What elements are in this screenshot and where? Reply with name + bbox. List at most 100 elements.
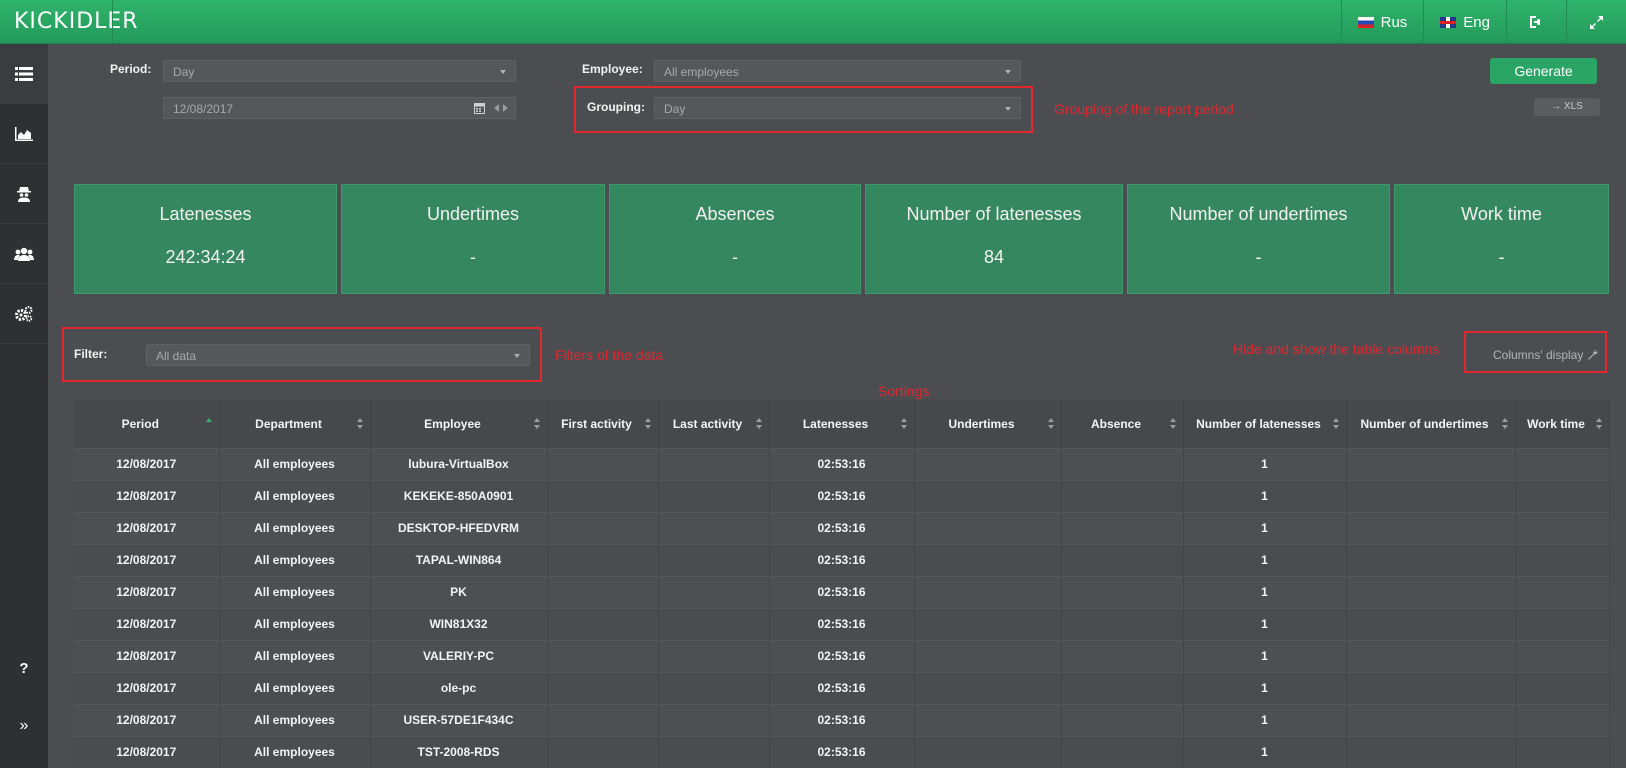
prev-date-icon[interactable]: [494, 104, 499, 112]
expand-sidebar-button[interactable]: »: [0, 696, 48, 756]
lang-eng-button[interactable]: Eng: [1423, 0, 1506, 44]
wrench-icon: [1587, 350, 1598, 360]
table-cell: [914, 511, 1062, 544]
column-header-number-of-undertimes[interactable]: Number of undertimes: [1346, 400, 1516, 448]
column-header-department[interactable]: Department: [219, 400, 371, 448]
column-header-undertimes[interactable]: Undertimes: [914, 400, 1062, 448]
date-field[interactable]: 12/08/2017: [163, 97, 516, 119]
table-cell: [914, 703, 1062, 736]
next-date-icon[interactable]: [503, 104, 508, 112]
employee-select[interactable]: All employees: [654, 60, 1021, 82]
sort-icon[interactable]: [900, 418, 908, 430]
table-cell: [658, 575, 770, 608]
column-header-work-time[interactable]: Work time: [1515, 400, 1610, 448]
column-header-employee[interactable]: Employee: [370, 400, 548, 448]
generate-button[interactable]: Generate: [1490, 58, 1597, 84]
table-cell: [1515, 639, 1610, 672]
column-header-first-activity[interactable]: First activity: [547, 400, 659, 448]
sidebar-item-charts[interactable]: [0, 104, 48, 164]
column-label: Work time: [1527, 416, 1585, 431]
table-cell: [1346, 575, 1516, 608]
column-header-latenesses[interactable]: Latenesses: [769, 400, 915, 448]
card-absences: Absences -: [609, 184, 861, 294]
table-cell: [658, 479, 770, 512]
sort-icon[interactable]: [755, 418, 763, 430]
sortings-annotation: Sortings: [878, 383, 930, 399]
fullscreen-button[interactable]: [1566, 0, 1626, 44]
help-button[interactable]: ?: [0, 638, 48, 698]
table-cell: [1061, 671, 1184, 704]
table-cell: 12/08/2017: [74, 447, 220, 480]
table-cell: [547, 703, 659, 736]
report-table: Period Department Employee First activit…: [74, 400, 1610, 768]
table-cell: [1515, 511, 1610, 544]
sidebar-item-spy[interactable]: [0, 164, 48, 224]
table-cell: 02:53:16: [769, 703, 915, 736]
export-xls-button[interactable]: → XLS: [1534, 98, 1600, 116]
column-label: Absence: [1090, 416, 1142, 431]
sort-icon[interactable]: [1047, 418, 1055, 430]
columns-display-button[interactable]: Columns' display: [1493, 348, 1598, 362]
card-value: -: [1255, 247, 1262, 267]
logout-button[interactable]: [1506, 0, 1566, 44]
table-row[interactable]: 12/08/2017 All employees KEKEKE-850A0901 02…: [74, 479, 1610, 512]
table-cell: USER-57DE1F434C: [370, 703, 548, 736]
column-header-number-of-latenesses[interactable]: Number of latenesses: [1183, 400, 1347, 448]
card-latenesses: Latenesses 242:34:24: [74, 184, 337, 294]
table-row[interactable]: 12/08/2017 All employees TAPAL-WIN864 02:53…: [74, 543, 1610, 576]
table-cell: [914, 671, 1062, 704]
table-row[interactable]: 12/08/2017 All employees USER-57DE1F434C 02…: [74, 703, 1610, 736]
column-label: Employee: [424, 416, 481, 431]
sort-asc-icon[interactable]: [205, 418, 213, 430]
card-title: Work time: [1461, 204, 1542, 224]
table-row[interactable]: 12/08/2017 All employees DESKTOP-HFEDVRM 02…: [74, 511, 1610, 544]
table-row[interactable]: 12/08/2017 All employees lubura-VirtualBox…: [74, 447, 1610, 480]
app-logo[interactable]: KICKIDLER: [14, 9, 139, 34]
table-cell: [1346, 671, 1516, 704]
table-cell: 02:53:16: [769, 511, 915, 544]
table-cell: All employees: [219, 735, 371, 768]
table-cell: All employees: [219, 639, 371, 672]
table-cell: All employees: [219, 703, 371, 736]
sort-icon[interactable]: [356, 418, 364, 430]
table-cell: [1061, 735, 1184, 768]
grouping-annotation: Grouping of the report period: [1054, 101, 1234, 117]
top-bar: KICKIDLER Rus Eng: [0, 0, 1626, 44]
column-header-period[interactable]: Period: [74, 400, 220, 448]
sidebar-item-list[interactable]: [0, 44, 48, 104]
table-cell: [658, 447, 770, 480]
table-cell: [658, 671, 770, 704]
table-cell: 1: [1183, 703, 1347, 736]
lang-rus-button[interactable]: Rus: [1340, 0, 1424, 44]
table-row[interactable]: 12/08/2017 All employees TST-2008-RDS 02:53…: [74, 735, 1610, 768]
date-value: 12/08/2017: [173, 102, 234, 116]
sort-icon[interactable]: [1332, 418, 1340, 430]
table-cell: 02:53:16: [769, 447, 915, 480]
table-cell: [1515, 575, 1610, 608]
sort-icon[interactable]: [533, 418, 541, 430]
card-title: Number of latenesses: [906, 204, 1082, 224]
period-select[interactable]: Day: [163, 60, 516, 82]
table-cell: [914, 479, 1062, 512]
table-cell: [1515, 479, 1610, 512]
column-header-absence[interactable]: Absence: [1061, 400, 1184, 448]
table-cell: [1515, 607, 1610, 640]
table-cell: [1515, 671, 1610, 704]
table-cell: [1061, 511, 1184, 544]
table-row[interactable]: 12/08/2017 All employees ole-pc 02:53:16 1: [74, 671, 1610, 704]
sort-icon[interactable]: [1169, 418, 1177, 430]
sort-icon[interactable]: [644, 418, 652, 430]
sidebar-item-employees[interactable]: [0, 224, 48, 284]
grouping-highlight-box: [574, 86, 1033, 133]
sidebar-item-settings[interactable]: [0, 284, 48, 344]
column-header-last-activity[interactable]: Last activity: [658, 400, 770, 448]
table-row[interactable]: 12/08/2017 All employees VALERIY-PC 02:53:1…: [74, 639, 1610, 672]
columns-display-label: Columns' display: [1493, 348, 1584, 362]
sort-icon[interactable]: [1501, 418, 1509, 430]
table-cell: [1346, 511, 1516, 544]
table-cell: 02:53:16: [769, 671, 915, 704]
table-row[interactable]: 12/08/2017 All employees WIN81X32 02:53:16 1: [74, 607, 1610, 640]
calendar-icon[interactable]: [474, 102, 485, 114]
sort-icon[interactable]: [1595, 418, 1603, 430]
table-row[interactable]: 12/08/2017 All employees PK 02:53:16 1: [74, 575, 1610, 608]
